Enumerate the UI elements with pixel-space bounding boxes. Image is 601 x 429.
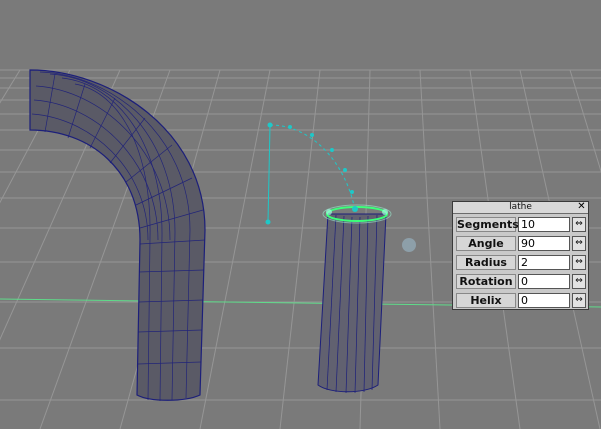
angle-label: Angle	[456, 236, 516, 251]
panel-title-bar[interactable]: lathe ✕	[453, 202, 588, 214]
helix-row: Helix 0 ⇔	[454, 292, 588, 309]
radius-field[interactable]: 2	[518, 255, 570, 270]
lathe-attribute-panel: lathe ✕ Segments 10 ⇔ Angle 90 ⇔ Radius …	[452, 201, 589, 310]
close-icon[interactable]: ✕	[576, 202, 587, 212]
segments-label: Segments	[456, 217, 519, 232]
slider-arrows-icon[interactable]: ⇔	[572, 236, 586, 251]
rotation-field[interactable]: 0	[518, 274, 570, 289]
radius-row: Radius 2 ⇔	[454, 254, 588, 271]
slider-arrows-icon[interactable]: ⇔	[572, 217, 586, 232]
helix-label: Helix	[456, 293, 516, 308]
radius-label: Radius	[456, 255, 516, 270]
helix-field[interactable]: 0	[518, 293, 570, 308]
cylinder-mesh[interactable]	[317, 204, 392, 394]
rotation-row: Rotation 0 ⇔	[454, 273, 588, 290]
angle-field[interactable]: 90	[518, 236, 570, 251]
angle-row: Angle 90 ⇔	[454, 235, 588, 252]
slider-arrows-icon[interactable]: ⇔	[572, 274, 586, 289]
bent-pipe-mesh[interactable]	[29, 69, 206, 402]
slider-arrows-icon[interactable]: ⇔	[572, 293, 586, 308]
segments-field[interactable]: 10	[518, 217, 570, 232]
slider-arrows-icon[interactable]: ⇔	[572, 255, 586, 270]
rotation-label: Rotation	[456, 274, 516, 289]
segments-row: Segments 10 ⇔	[454, 216, 588, 233]
manipulator-handle[interactable]	[402, 238, 416, 252]
panel-title: lathe	[509, 202, 532, 212]
